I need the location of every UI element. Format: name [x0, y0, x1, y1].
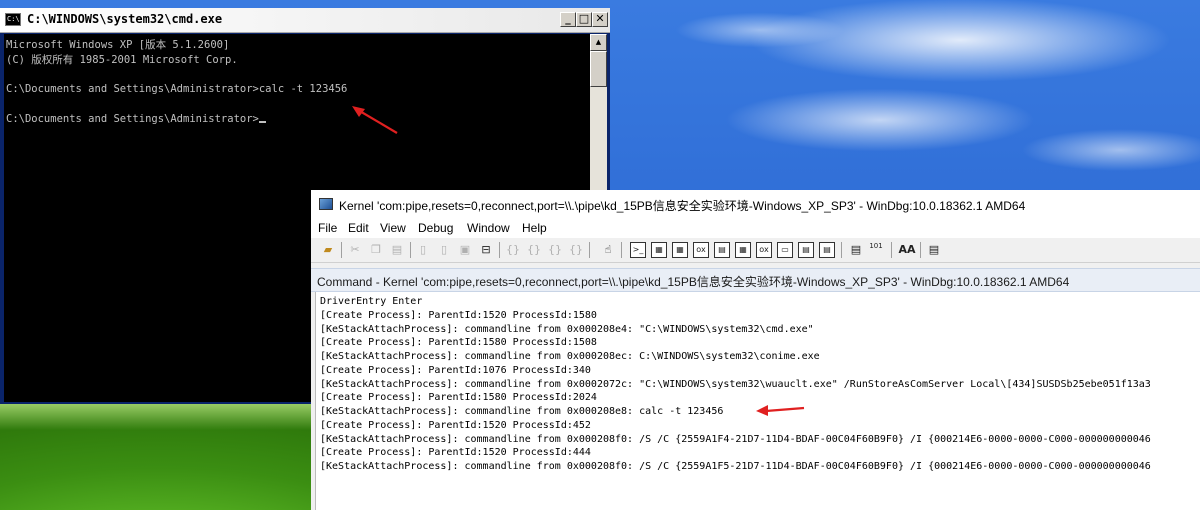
toolbar-separator	[410, 242, 411, 258]
toolbar-separator	[589, 242, 590, 258]
cmd-app-icon[interactable]: C:\	[5, 13, 21, 26]
font-icon[interactable]: AA	[897, 242, 917, 258]
cmd-minimize-button[interactable]: _	[560, 12, 576, 27]
disassembly-icon[interactable]: ox	[756, 242, 772, 258]
menu-edit[interactable]: Edit	[348, 221, 369, 235]
step-over-icon[interactable]: {}	[526, 242, 542, 258]
menu-view[interactable]: View	[380, 221, 406, 235]
command-window-header[interactable]: Command - Kernel 'com:pipe,resets=0,reco…	[311, 268, 1200, 292]
output-line: [KeStackAttachProcess]: commandline from…	[320, 461, 1151, 472]
output-line: [Create Process]: ParentId:1580 ProcessI…	[320, 337, 597, 348]
menu-file[interactable]: File	[318, 221, 337, 235]
command-window-title: Command - Kernel 'com:pipe,resets=0,reco…	[317, 275, 1070, 289]
cmd-close-button[interactable]: ✕	[592, 12, 608, 27]
window-options-icon[interactable]: ▤	[926, 242, 942, 258]
output-line: DriverEntry Enter	[320, 296, 423, 307]
options-icon[interactable]: ▤	[819, 242, 835, 258]
copy-icon[interactable]: ❐	[368, 242, 384, 258]
annotation-arrow-cmd	[352, 106, 398, 134]
memory-window-icon[interactable]: ▤	[714, 242, 730, 258]
windbg-window-title: Kernel 'com:pipe,resets=0,reconnect,port…	[339, 199, 1026, 213]
cmd-console-text: Microsoft Windows XP [版本 5.1.2600] (C) 版…	[4, 34, 590, 130]
cmd-line: (C) 版权所有 1985-2001 Microsoft Corp.	[6, 53, 238, 66]
scratch-pad-icon[interactable]: ▭	[777, 242, 793, 258]
cmd-cursor	[258, 120, 266, 123]
registers-window-icon[interactable]: ox	[693, 242, 709, 258]
toolbar-separator	[341, 242, 342, 258]
output-line: [KeStackAttachProcess]: commandline from…	[320, 434, 1151, 445]
cmd-line: C:\Documents and Settings\Administrator>…	[6, 83, 348, 96]
stop-debugging-icon[interactable]: ▣	[457, 242, 473, 258]
cmd-titlebar[interactable]: C:\ C:\WINDOWS\system32\cmd.exe _ □ ✕	[0, 8, 610, 33]
open-folder-icon[interactable]: ▰	[320, 242, 336, 258]
windbg-toolbar: ▰ ✂ ❐ ▤ ▯ ▯ ▣ ⊟ {} {} {} {} ☝ >_ ▦ ▦ ox …	[311, 238, 1200, 263]
run-to-cursor-icon[interactable]: {}	[568, 242, 584, 258]
toolbar-separator	[621, 242, 622, 258]
output-line: [Create Process]: ParentId:1520 ProcessI…	[320, 447, 591, 458]
paste-icon[interactable]: ▤	[389, 242, 405, 258]
menu-window[interactable]: Window	[467, 221, 510, 235]
cmd-line: Microsoft Windows XP [版本 5.1.2600]	[6, 39, 230, 51]
cmd-maximize-button[interactable]: □	[576, 12, 592, 27]
cmd-scroll-thumb[interactable]	[590, 51, 607, 87]
source-mode-icon[interactable]: ▤	[848, 242, 864, 258]
annotation-arrow-windbg	[756, 405, 805, 416]
output-line: [KeStackAttachProcess]: commandline from…	[320, 379, 1151, 390]
output-line: [Create Process]: ParentId:1520 ProcessI…	[320, 420, 591, 431]
cmd-prompt-line: C:\Documents and Settings\Administrator>	[6, 112, 259, 125]
toolbar-separator	[920, 242, 921, 258]
output-line: [KeStackAttachProcess]: commandline from…	[320, 351, 820, 362]
windbg-window: Kernel 'com:pipe,resets=0,reconnect,port…	[311, 190, 1200, 510]
toolbar-separator	[841, 242, 842, 258]
call-stack-icon[interactable]: ▦	[735, 242, 751, 258]
scroll-up-icon[interactable]: ▲	[590, 34, 607, 51]
wallpaper-hill-highlight	[0, 400, 320, 430]
locals-window-icon[interactable]: ▦	[672, 242, 688, 258]
step-out-icon[interactable]: {}	[547, 242, 563, 258]
toolbar-separator	[499, 242, 500, 258]
windbg-menubar: File Edit View Debug Window Help	[311, 218, 1200, 238]
step-into-icon[interactable]: {}	[505, 242, 521, 258]
command-window-icon[interactable]: >_	[630, 242, 646, 258]
hand-icon[interactable]: ☝	[600, 242, 616, 258]
watch-window-icon[interactable]: ▦	[651, 242, 667, 258]
break-icon[interactable]: ⊟	[478, 242, 494, 258]
cut-icon[interactable]: ✂	[347, 242, 363, 258]
cmd-window-title: C:\WINDOWS\system32\cmd.exe	[27, 12, 223, 26]
restart-icon[interactable]: ▯	[436, 242, 452, 258]
menu-help[interactable]: Help	[522, 221, 547, 235]
output-line: [Create Process]: ParentId:1076 ProcessI…	[320, 365, 591, 376]
windbg-titlebar[interactable]: Kernel 'com:pipe,resets=0,reconnect,port…	[311, 190, 1200, 218]
output-line: [Create Process]: ParentId:1580 ProcessI…	[320, 392, 597, 403]
output-line: [KeStackAttachProcess]: commandline from…	[320, 406, 724, 417]
menu-debug[interactable]: Debug	[418, 221, 453, 235]
output-line: [KeStackAttachProcess]: commandline from…	[320, 324, 814, 335]
output-line: [Create Process]: ParentId:1520 ProcessI…	[320, 310, 597, 321]
windbg-app-icon[interactable]	[319, 198, 333, 210]
source-asm-toggle-icon[interactable]: 101	[867, 242, 885, 258]
toolbar-separator	[891, 242, 892, 258]
processes-threads-icon[interactable]: ▤	[798, 242, 814, 258]
go-icon[interactable]: ▯	[415, 242, 431, 258]
